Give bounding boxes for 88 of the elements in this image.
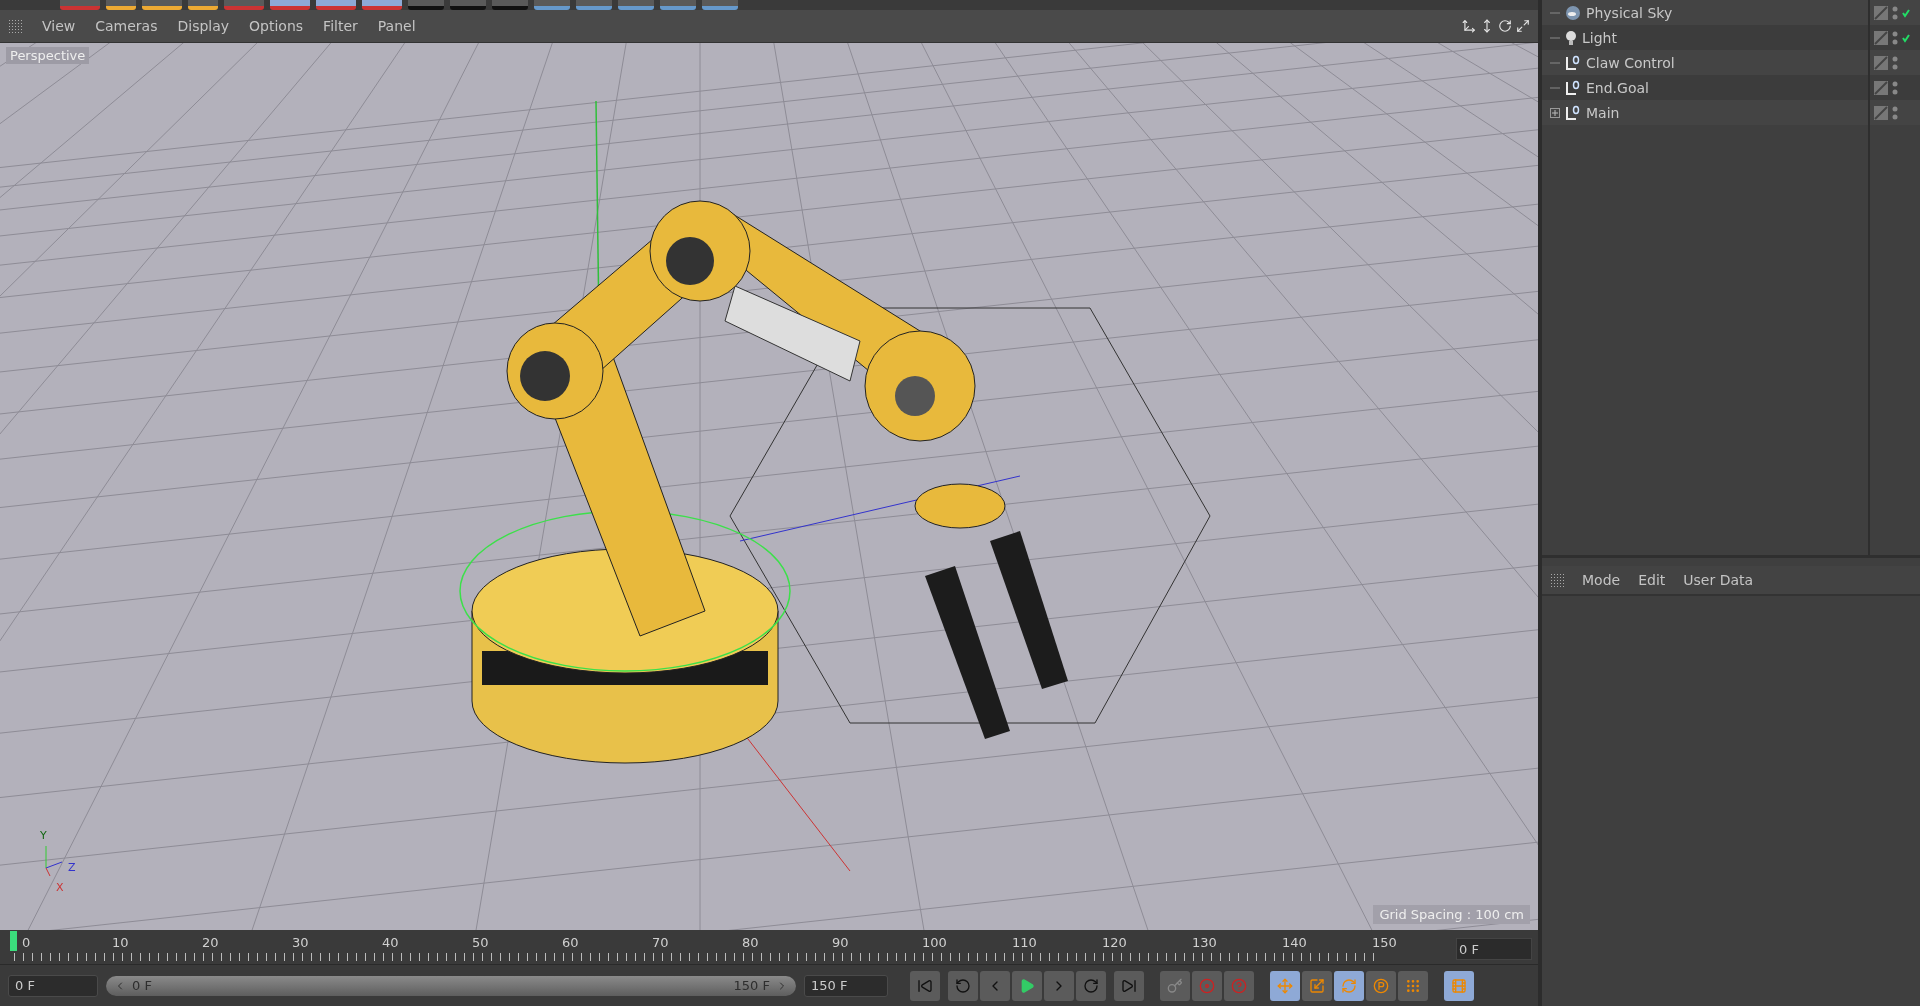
frame-number: 150 [1371, 935, 1398, 950]
timeline-button[interactable] [1444, 970, 1474, 1001]
help-button[interactable] [1224, 970, 1254, 1001]
frame-number: 20 [201, 935, 220, 950]
rotate-icon [1341, 977, 1357, 994]
menu-item[interactable]: Edit [1638, 572, 1666, 588]
frame-number: 30 [291, 935, 310, 950]
visibility-dots-icon[interactable] [1892, 4, 1898, 21]
layer-slash-icon[interactable] [1874, 5, 1888, 20]
light-bulb-icon [1565, 29, 1577, 46]
clockwise-arrow-icon [1083, 977, 1099, 994]
scale-icon [1309, 977, 1325, 994]
skip-forward-icon [1121, 977, 1137, 994]
menu-item[interactable]: Cameras [95, 18, 158, 34]
frame-number: 120 [1101, 935, 1128, 950]
frame-number: 60 [561, 935, 580, 950]
end-frame-field[interactable]: 150 F [804, 974, 888, 997]
axis-label: Y [40, 829, 47, 842]
rotate-icon [1498, 19, 1512, 33]
menu-item[interactable]: User Data [1683, 572, 1754, 588]
visibility-dots-icon[interactable] [1892, 54, 1898, 71]
counterclockwise-arrow-icon [955, 977, 971, 994]
previous-key-button[interactable] [948, 970, 978, 1001]
menu-item[interactable]: Filter [323, 18, 358, 34]
null-object-icon [1565, 79, 1581, 96]
frame-number: 0 [21, 935, 32, 950]
layer-slash-icon[interactable] [1874, 80, 1888, 95]
scale-tool-button[interactable] [1302, 970, 1332, 1001]
layer-slash-icon[interactable] [1874, 55, 1888, 70]
menu-item[interactable]: Display [177, 18, 230, 34]
frame-number: 70 [651, 935, 670, 950]
rotate-tool-button[interactable] [1334, 970, 1364, 1001]
expand-icon[interactable] [1550, 107, 1560, 118]
range-end: 150 F [733, 978, 770, 993]
check-icon[interactable] [1902, 7, 1910, 18]
next-key-button[interactable] [1076, 970, 1106, 1001]
frame-number: 80 [741, 935, 760, 950]
move-icon [1462, 19, 1476, 33]
frame-number: 130 [1191, 935, 1218, 950]
play-icon [1019, 977, 1035, 994]
skip-back-icon [917, 977, 933, 994]
record-button[interactable] [1192, 970, 1222, 1001]
letter-p-icon [1373, 977, 1389, 994]
object-row[interactable]: Main [1542, 100, 1868, 125]
preview-range-bar[interactable]: 0 F 150 F [106, 975, 796, 996]
menu-item[interactable]: View [42, 18, 76, 34]
sky-icon [1565, 4, 1581, 21]
maximize-icon [1516, 19, 1530, 33]
camera-label: Perspective [6, 47, 90, 64]
go-to-start-button[interactable] [910, 970, 940, 1001]
null-object-icon [1565, 104, 1581, 121]
check-icon[interactable] [1902, 32, 1910, 43]
frame-number: 40 [381, 935, 400, 950]
film-icon [1451, 977, 1467, 994]
play-button[interactable] [1012, 970, 1042, 1001]
menu-item[interactable]: Mode [1582, 572, 1621, 588]
grid-spacing-label: Grid Spacing : 100 cm [1373, 905, 1530, 924]
frame-number: 140 [1281, 935, 1308, 950]
menu-item[interactable]: Panel [377, 18, 416, 34]
frame-number: 110 [1011, 935, 1038, 950]
object-row[interactable]: Claw Control [1542, 50, 1868, 75]
go-to-end-button[interactable] [1114, 970, 1144, 1001]
range-start: 0 F [132, 978, 152, 993]
frame-field[interactable]: 0 F [1456, 938, 1532, 960]
dot-grid-icon [1405, 977, 1421, 994]
visibility-dots-icon[interactable] [1892, 79, 1898, 96]
question-mark-icon [1231, 977, 1247, 994]
visibility-dots-icon[interactable] [1892, 29, 1898, 46]
record-icon [1199, 977, 1215, 994]
layer-slash-icon[interactable] [1874, 105, 1888, 120]
move-icon [1277, 977, 1293, 994]
axis-label: Z [68, 861, 76, 874]
object-row[interactable]: Physical Sky [1542, 0, 1868, 25]
move-tool-button[interactable] [1270, 970, 1300, 1001]
visibility-dots-icon[interactable] [1892, 104, 1898, 121]
null-object-icon [1565, 54, 1581, 71]
key-button[interactable] [1160, 970, 1190, 1001]
menu-item[interactable]: Options [249, 18, 304, 34]
frame-number: 50 [471, 935, 490, 950]
layer-slash-icon[interactable] [1874, 30, 1888, 45]
frame-number: 100 [921, 935, 948, 950]
start-frame-field[interactable]: 0 F [8, 974, 98, 997]
frame-number: 90 [831, 935, 850, 950]
parameter-button[interactable] [1366, 970, 1396, 1001]
axis-label: X [56, 881, 64, 894]
point-level-button[interactable] [1398, 970, 1428, 1001]
key-icon [1167, 977, 1183, 994]
frame-number: 10 [111, 935, 130, 950]
